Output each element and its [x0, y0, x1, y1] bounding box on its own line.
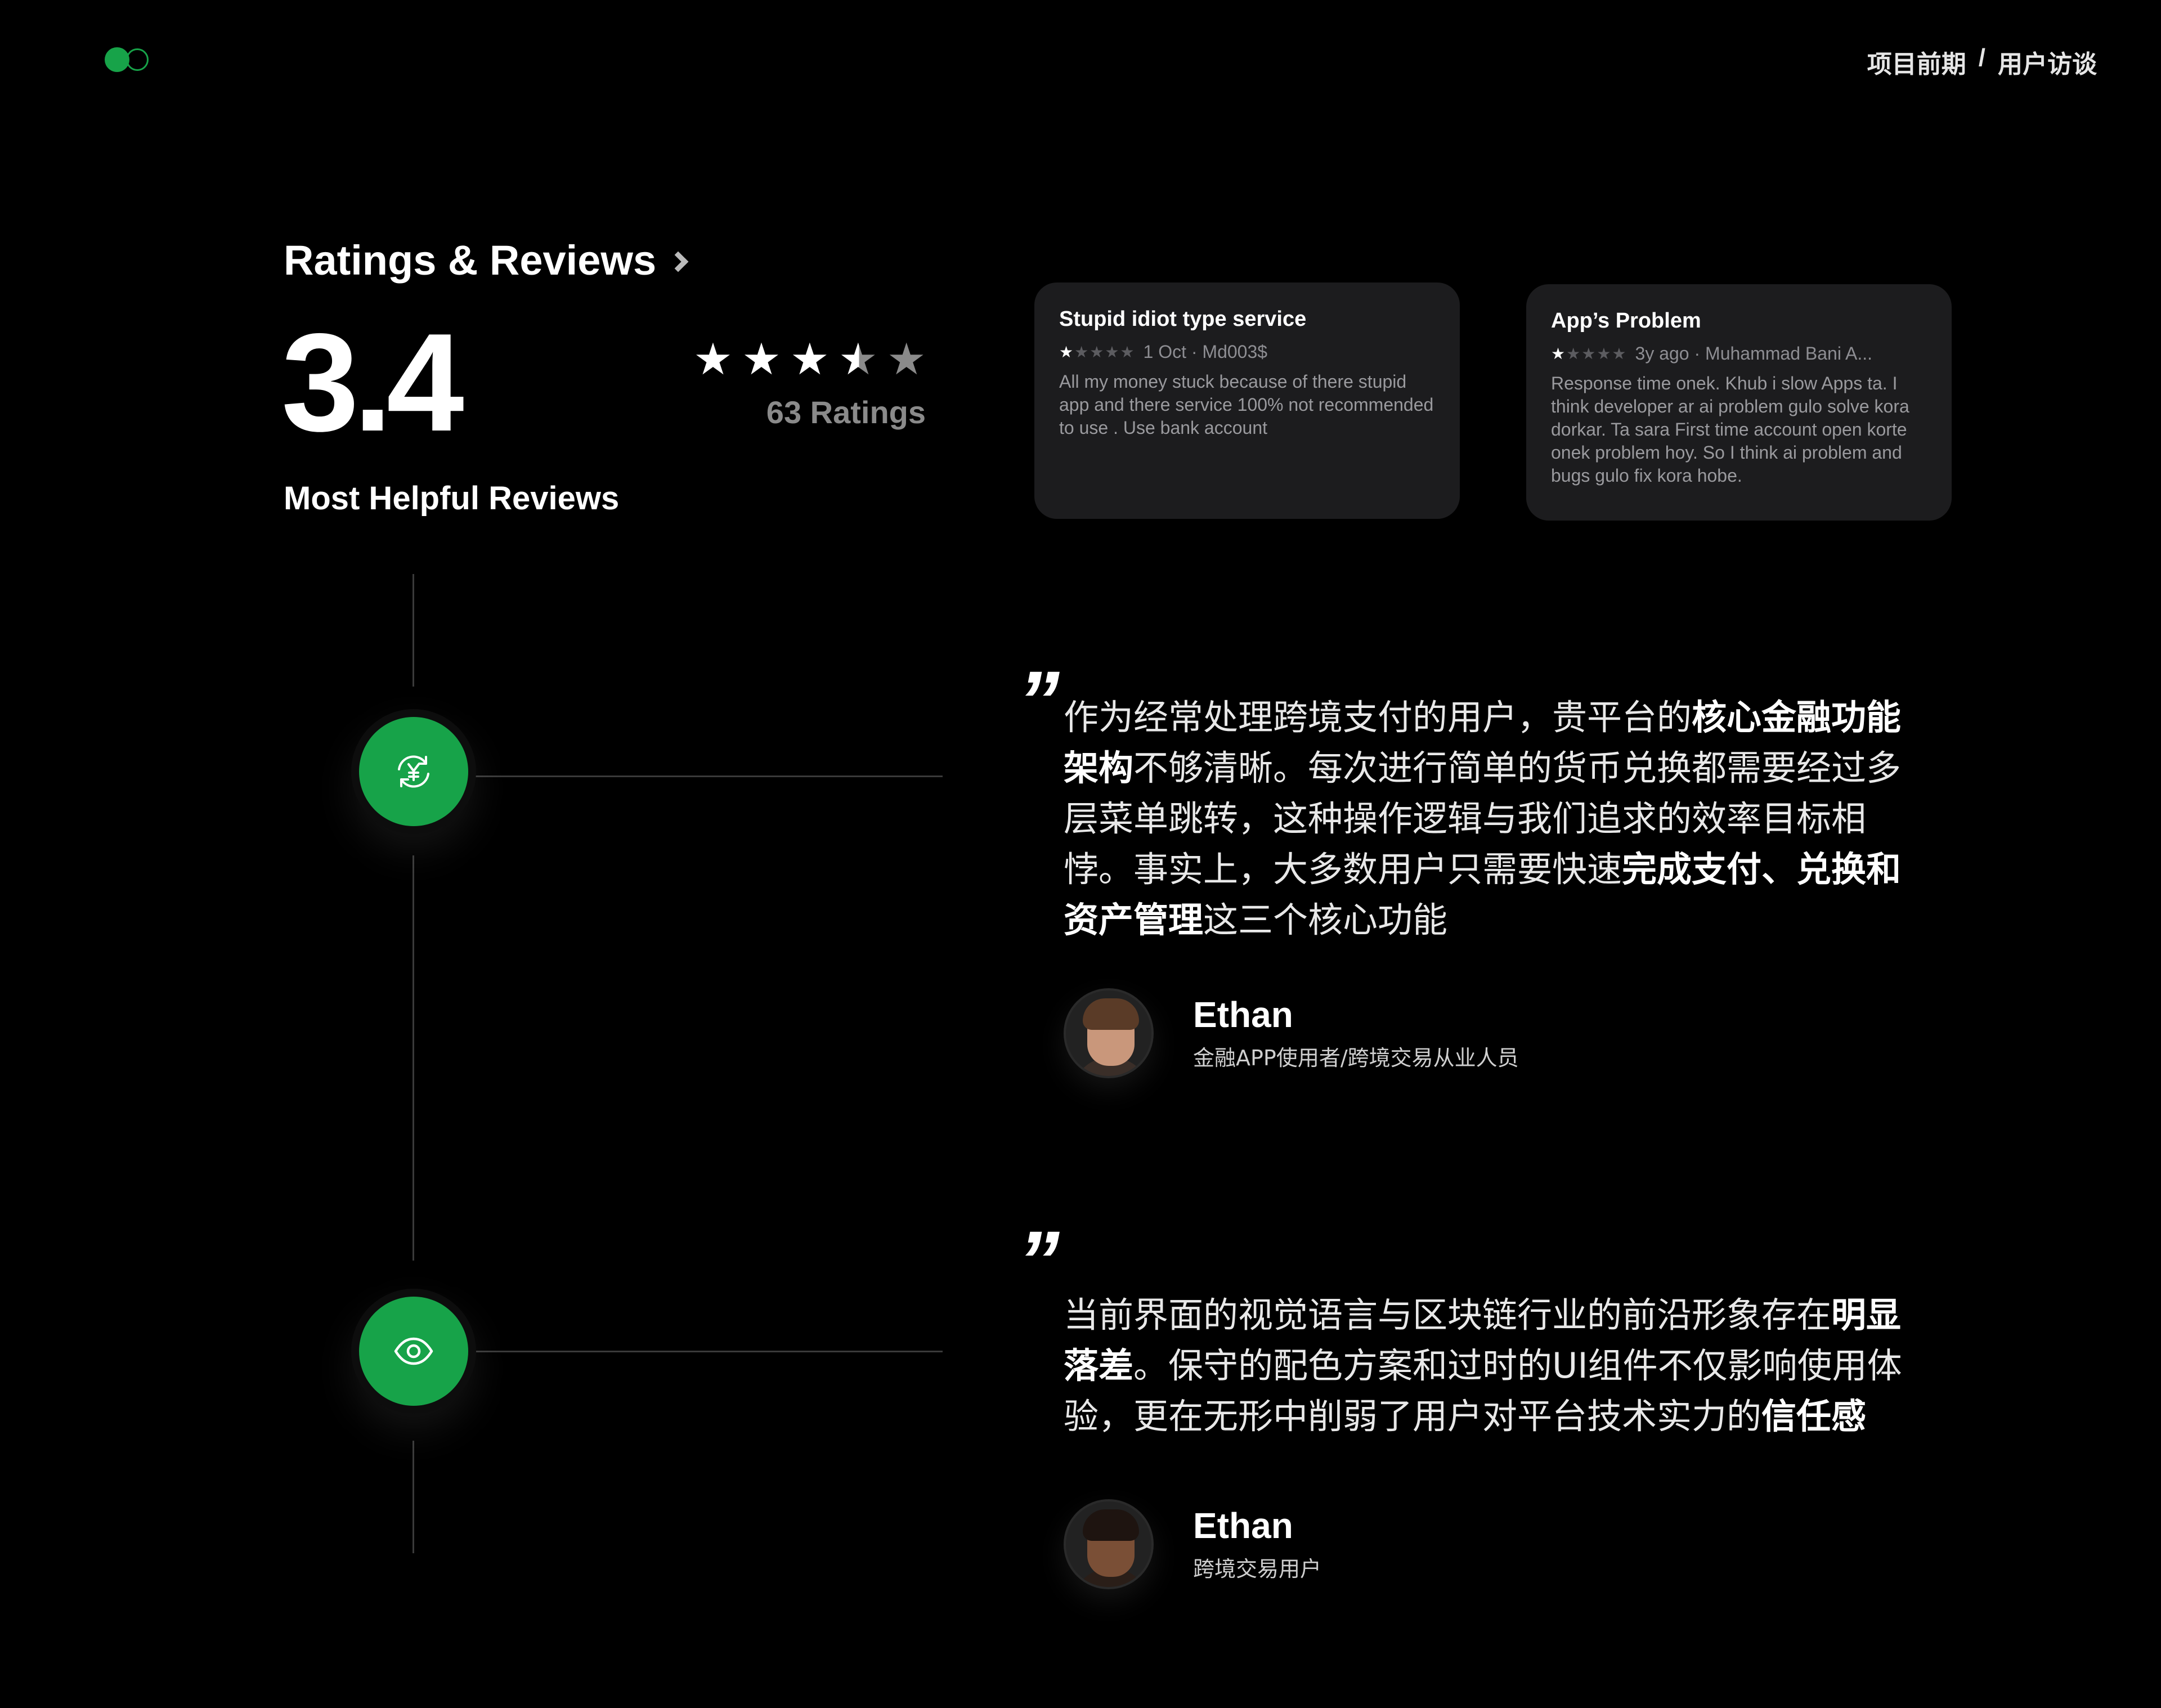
- avatar: [1064, 1499, 1154, 1589]
- review-date-author: 3y ago · Muhammad Bani A...: [1635, 343, 1873, 364]
- rating-stars: ★ ★ ★ ★ ★: [693, 338, 926, 382]
- quote-mark-icon: ”: [1017, 1213, 1060, 1308]
- currency-exchange-icon: [359, 717, 468, 826]
- rating-score: 3.4: [281, 304, 464, 460]
- breadcrumb-item-current: 用户访谈: [1998, 51, 2097, 78]
- review-meta: ★★★★★ 1 Oct · Md003$: [1059, 342, 1435, 362]
- review-body: All my money stuck because of there stup…: [1059, 371, 1434, 438]
- timeline-node-visual: [351, 1289, 476, 1414]
- review-title: Stupid idiot type service: [1059, 307, 1307, 331]
- rating-count: 63 Ratings: [766, 395, 926, 430]
- quote-segment: 当前界面的视觉语言与区块链行业的前沿形象存在: [1064, 1294, 1832, 1335]
- review-stars: ★★★★★: [1059, 343, 1136, 361]
- review-title: App’s Problem: [1551, 309, 1701, 333]
- ratings-reviews-link[interactable]: Ratings & Reviews: [284, 236, 689, 284]
- author-role: 金融APP使用者/跨境交易从业人员: [1193, 1045, 1519, 1070]
- connector-line: [476, 1351, 943, 1352]
- breadcrumb: 项目前期 / 用户访谈: [1867, 44, 2097, 80]
- author-name: Ethan: [1193, 1505, 1293, 1546]
- ratings-title-label: Ratings & Reviews: [284, 237, 657, 284]
- star-empty-icon: ★: [886, 334, 926, 385]
- avatar: [1064, 988, 1154, 1078]
- quote-mark-icon: ”: [1017, 653, 1060, 748]
- quote-segment: 作为经常处理跨境支付的用户，贵平台的: [1064, 697, 1692, 738]
- star-icon: ★: [741, 334, 781, 385]
- page: 项目前期 / 用户访谈 Ratings & Reviews 3.4 ★ ★ ★ …: [0, 0, 2161, 1708]
- quote-text: 作为经常处理跨境支付的用户，贵平台的核心金融功能架构不够清晰。每次进行简单的货币…: [1064, 692, 1930, 945]
- timeline-line: [413, 574, 414, 687]
- logo: [105, 47, 155, 72]
- review-date-author: 1 Oct · Md003$: [1143, 342, 1268, 362]
- author-name: Ethan: [1193, 994, 1293, 1035]
- breadcrumb-separator: /: [1978, 44, 1985, 71]
- quote-author: Ethan 跨境交易用户: [1064, 1499, 1321, 1589]
- review-card[interactable]: Stupid idiot type service ★★★★★ 1 Oct · …: [1034, 283, 1460, 519]
- breadcrumb-item-phase[interactable]: 项目前期: [1867, 44, 1966, 80]
- review-body: Response time onek. Khub i slow Apps ta.…: [1551, 373, 1909, 486]
- quote-segment-bold: 信任感: [1761, 1396, 1867, 1437]
- star-icon: ★: [693, 334, 733, 385]
- connector-line: [476, 775, 943, 777]
- eye-icon: [359, 1297, 468, 1406]
- logo-dot-outline: [126, 48, 149, 71]
- timeline-node-currency: [351, 709, 476, 834]
- review-stars: ★★★★★: [1551, 345, 1628, 362]
- timeline-line: [413, 855, 414, 1261]
- author-role: 跨境交易用户: [1193, 1556, 1322, 1581]
- chevron-right-icon: [667, 251, 689, 272]
- timeline-line: [413, 1441, 414, 1553]
- review-card[interactable]: App’s Problem ★★★★★ 3y ago · Muhammad Ba…: [1526, 284, 1952, 521]
- quote-author: Ethan 金融APP使用者/跨境交易从业人员: [1064, 988, 1519, 1078]
- star-half-icon: ★: [838, 334, 878, 385]
- star-icon: ★: [790, 334, 830, 385]
- quote-text: 当前界面的视觉语言与区块链行业的前沿形象存在明显落差。保守的配色方案和过时的UI…: [1064, 1290, 1930, 1442]
- quote-segment: 这三个核心功能: [1203, 899, 1448, 940]
- review-meta: ★★★★★ 3y ago · Muhammad Bani A...: [1551, 343, 1927, 364]
- most-helpful-heading: Most Helpful Reviews: [284, 480, 620, 517]
